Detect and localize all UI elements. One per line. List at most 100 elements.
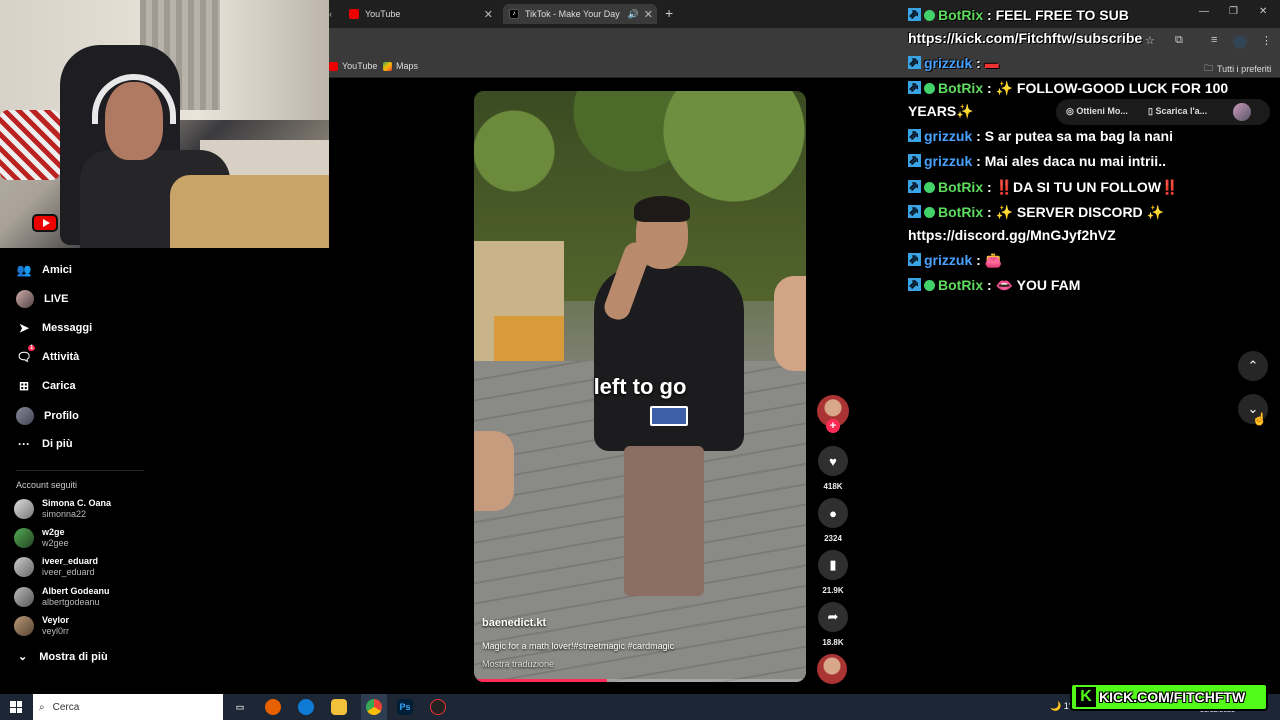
mouse-cursor-icon: ☝ bbox=[1252, 412, 1267, 426]
chat-message: grizzuk : ▬ bbox=[908, 52, 1238, 74]
sidebar-item-label: Carica bbox=[42, 380, 76, 392]
account-name: Simona C. Oana bbox=[42, 498, 112, 508]
tab-scroll-left[interactable]: ‹ bbox=[329, 4, 337, 24]
video-player[interactable]: left to go baenedict.kt Magic for a math… bbox=[474, 91, 806, 682]
save-button[interactable]: ▮ bbox=[818, 550, 848, 580]
video-progress-bar[interactable] bbox=[474, 679, 806, 682]
save-count: 21.9K bbox=[822, 586, 844, 595]
followed-account[interactable]: Albert Godeanu albertgodeanu bbox=[14, 586, 110, 608]
avatar bbox=[14, 528, 34, 548]
task-view-icon[interactable]: ▭ bbox=[232, 699, 248, 715]
comment-icon: ● bbox=[829, 505, 837, 521]
photoshop-icon[interactable]: Ps bbox=[397, 699, 413, 715]
chat-message: BotRix : ✨ FOLLOW-GOOD LUCK FOR 100 bbox=[908, 77, 1238, 99]
sidebar-item-more[interactable]: ··· Di più bbox=[16, 436, 73, 452]
bookmark-label: Maps bbox=[396, 61, 419, 71]
chat-message-continued: YEARS✨ bbox=[908, 103, 974, 119]
playing-cards bbox=[650, 406, 688, 426]
obs-icon[interactable] bbox=[430, 699, 446, 715]
tab-tiktok[interactable]: ♪ TikTok - Make Your Day 🔊 ✕ bbox=[503, 4, 657, 24]
youtube-logo-icon bbox=[32, 214, 58, 232]
chat-message: grizzuk : Mai ales daca nu mai intrii.. bbox=[908, 150, 1238, 172]
close-tab-icon[interactable]: ✕ bbox=[484, 8, 493, 21]
follow-plus-icon[interactable]: + bbox=[826, 419, 840, 433]
sidebar-item-messages[interactable]: ➤ Messaggi bbox=[16, 320, 92, 336]
tiktok-sidebar: 👥 Amici LIVE ➤ Messaggi 🗨 1 Attività ⊞ Ca… bbox=[0, 248, 160, 694]
verified-bot-icon bbox=[924, 10, 935, 21]
kick-user-icon bbox=[908, 52, 921, 74]
emote-icon: ▬ bbox=[984, 55, 999, 71]
music-disc-avatar[interactable] bbox=[817, 654, 847, 684]
messages-icon: ➤ bbox=[18, 321, 30, 335]
followed-account[interactable]: w2ge w2gee bbox=[14, 527, 69, 549]
kick-user-icon bbox=[908, 150, 921, 172]
maps-favicon-icon bbox=[383, 61, 392, 71]
webcam-feed bbox=[0, 0, 329, 248]
sidebar-item-profile[interactable]: Profilo bbox=[16, 407, 79, 425]
youtube-favicon-icon bbox=[349, 9, 359, 19]
avatar bbox=[14, 587, 34, 607]
show-more-button[interactable]: ⌄ Mostra di più bbox=[18, 650, 108, 664]
upload-icon: ⊞ bbox=[18, 379, 30, 393]
share-button[interactable]: ➦ bbox=[818, 602, 848, 632]
kick-user-icon bbox=[908, 77, 921, 99]
bookmark-maps[interactable]: Maps bbox=[383, 61, 418, 71]
like-count: 418K bbox=[823, 482, 843, 491]
video-author[interactable]: baenedict.kt bbox=[482, 617, 546, 629]
sidebar-item-live[interactable]: LIVE bbox=[16, 290, 68, 308]
show-more-label: Mostra di più bbox=[39, 650, 108, 663]
show-translation-link[interactable]: Mostra traduzione bbox=[482, 659, 554, 669]
sidebar-item-label: Di più bbox=[42, 438, 73, 450]
account-handle: iveer_eduard bbox=[42, 567, 95, 577]
close-tab-icon[interactable]: ✕ bbox=[644, 8, 653, 21]
account-handle: albertgodeanu bbox=[42, 597, 100, 607]
stream-chat: BotRix : FEEL FREE TO SUB https://kick.c… bbox=[908, 0, 1278, 300]
edge-icon[interactable] bbox=[298, 699, 314, 715]
search-icon: ⌕ bbox=[39, 701, 45, 713]
chat-message: grizzuk : S ar putea sa ma bag la nani bbox=[908, 125, 1238, 147]
new-tab-button[interactable]: + bbox=[665, 5, 673, 21]
kick-user-icon bbox=[908, 176, 921, 198]
comment-button[interactable]: ● bbox=[818, 498, 848, 528]
kick-user-icon bbox=[908, 201, 921, 223]
account-name: w2ge bbox=[42, 527, 65, 537]
followed-account[interactable]: Veylor veyl0rr bbox=[14, 615, 69, 637]
sidebar-item-label: Amici bbox=[42, 264, 72, 276]
chat-message-continued[interactable]: https://kick.com/Fitchftw/subscribe bbox=[908, 27, 1238, 49]
notification-badge: 1 bbox=[28, 345, 36, 351]
account-handle: veyl0rr bbox=[42, 626, 70, 636]
chat-message: grizzuk : 👛 bbox=[908, 249, 1238, 271]
account-name: Veylor bbox=[42, 615, 70, 625]
chrome-icon[interactable] bbox=[366, 699, 382, 715]
file-explorer-icon[interactable] bbox=[331, 699, 347, 715]
sidebar-item-label: LIVE bbox=[44, 293, 69, 305]
tab-youtube[interactable]: YouTube ✕ bbox=[349, 4, 497, 24]
search-placeholder: Cerca bbox=[52, 701, 80, 713]
chat-message-continued[interactable]: https://discord.gg/MnGJyf2hVZ bbox=[908, 224, 1238, 246]
share-icon: ➦ bbox=[827, 609, 839, 624]
video-description: Magic for a math lover!#streetmagic #car… bbox=[482, 641, 675, 651]
sidebar-item-upload[interactable]: ⊞ Carica bbox=[16, 378, 76, 394]
bookmark-icon: ▮ bbox=[829, 557, 837, 572]
video-overlay-text: left to go bbox=[593, 374, 687, 399]
account-name: iveer_eduard bbox=[42, 556, 99, 566]
chat-message: BotRix : FEEL FREE TO SUB bbox=[908, 4, 1238, 26]
firefox-icon[interactable] bbox=[265, 699, 281, 715]
video-progress-fill bbox=[474, 679, 607, 682]
windows-start-icon[interactable] bbox=[10, 701, 22, 713]
share-count: 18.8K bbox=[822, 638, 844, 647]
like-button[interactable]: ♥ bbox=[818, 446, 848, 476]
chat-message: BotRix : ✨ SERVER DISCORD ✨ bbox=[908, 201, 1238, 223]
youtube-favicon-icon bbox=[329, 61, 338, 71]
sidebar-item-friends[interactable]: 👥 Amici bbox=[16, 262, 72, 278]
bookmark-youtube[interactable]: YouTube bbox=[329, 61, 377, 71]
chevron-up-icon: ⌃ bbox=[1247, 358, 1259, 373]
followed-account[interactable]: Simona C. Oana simonna22 bbox=[14, 498, 111, 520]
sidebar-item-label: Messaggi bbox=[42, 322, 93, 334]
previous-video-button[interactable]: ⌃ bbox=[1238, 351, 1268, 381]
kick-user-icon bbox=[908, 249, 921, 271]
followed-account[interactable]: iveer_eduard iveer_eduard bbox=[14, 556, 98, 578]
taskbar-search[interactable]: ⌕ Cerca bbox=[33, 694, 223, 720]
sidebar-item-activity[interactable]: 🗨 1 Attività bbox=[16, 345, 79, 365]
audio-playing-icon[interactable]: 🔊 bbox=[628, 9, 639, 20]
